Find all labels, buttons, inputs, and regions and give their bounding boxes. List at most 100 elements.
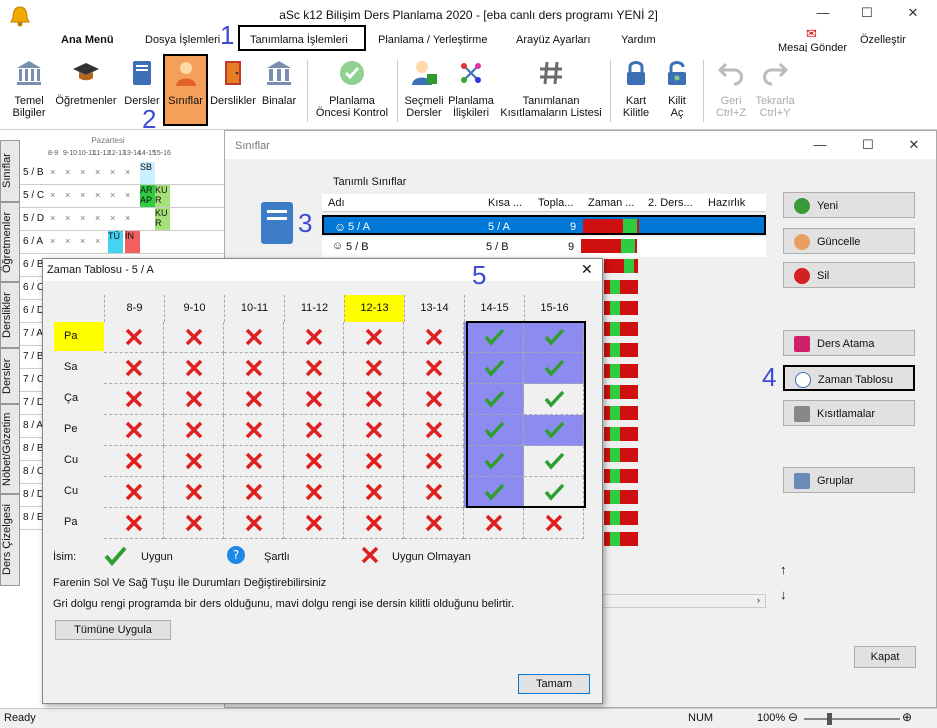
ribbon-tekrarla[interactable]: Tekrarla Ctrl+Y — [752, 56, 798, 128]
time-slot[interactable] — [464, 508, 524, 539]
ok-button[interactable]: Tamam — [518, 674, 590, 694]
lesson-card[interactable]: AR AP — [140, 185, 155, 207]
vtab-nobet[interactable]: Nöbet/Gözetim — [0, 404, 20, 494]
customize-button[interactable]: Özelleştir — [860, 34, 906, 46]
lesson-card[interactable]: KU R — [155, 185, 170, 207]
time-slot[interactable] — [224, 446, 284, 477]
time-slot[interactable] — [344, 322, 404, 353]
scroll-right-icon[interactable]: › — [757, 595, 760, 605]
time-slot[interactable] — [164, 508, 224, 539]
minimize-icon[interactable]: — — [805, 137, 835, 155]
ribbon-binalar[interactable]: Binalar — [259, 56, 299, 128]
time-slot[interactable] — [344, 415, 404, 446]
time-slot[interactable] — [164, 446, 224, 477]
time-slot[interactable] — [104, 508, 164, 539]
time-slot[interactable] — [524, 508, 584, 539]
time-slot[interactable] — [404, 477, 464, 508]
ribbon-ogretmenler[interactable]: Öğretmenler — [53, 56, 119, 128]
day-label[interactable]: Cu — [54, 477, 104, 506]
time-slot[interactable] — [284, 477, 344, 508]
time-slot[interactable] — [344, 384, 404, 415]
ribbon-planlama-iliskileri[interactable]: Planlama İlişkileri — [446, 56, 496, 128]
ribbon-planlama-oncesi[interactable]: Planlama Öncesi Kontrol — [312, 56, 392, 128]
menu-planlama[interactable]: Planlama / Yerleştirme — [378, 34, 487, 46]
time-slot[interactable] — [164, 322, 224, 353]
time-slot[interactable] — [224, 415, 284, 446]
vtab-siniflar[interactable]: Sınıflar — [0, 140, 20, 202]
zoom-out-icon[interactable]: ⊖ — [788, 710, 798, 724]
time-slot[interactable] — [284, 353, 344, 384]
ders-atama-button[interactable]: Ders Atama — [783, 330, 915, 356]
time-slot[interactable] — [104, 384, 164, 415]
time-slot[interactable] — [164, 384, 224, 415]
time-slot[interactable] — [164, 477, 224, 508]
time-slot[interactable] — [284, 508, 344, 539]
kisitlamalar-button[interactable]: Kısıtlamalar — [783, 400, 915, 426]
time-slot[interactable] — [404, 353, 464, 384]
ribbon-kisitlamalar[interactable]: Tanımlanan Kısıtlamaların Listesi — [497, 56, 605, 128]
close-icon[interactable]: ✕ — [581, 261, 593, 278]
vtab-derslikler[interactable]: Derslikler — [0, 282, 20, 348]
time-slot[interactable] — [164, 353, 224, 384]
col-toplam[interactable]: Topla... — [538, 197, 573, 209]
ribbon-secmeli[interactable]: Seçmeli Dersler — [401, 56, 447, 128]
time-slot[interactable] — [344, 508, 404, 539]
day-label[interactable]: Sa — [54, 353, 104, 382]
lesson-card[interactable]: KU R — [155, 208, 170, 230]
time-slot[interactable] — [404, 415, 464, 446]
lesson-card[interactable]: SB — [140, 162, 155, 184]
day-label[interactable]: Cu — [54, 446, 104, 475]
col-2ders[interactable]: 2. Ders... — [648, 197, 693, 209]
menu-yardim[interactable]: Yardım — [621, 34, 656, 46]
day-label[interactable]: Pe — [54, 415, 104, 444]
menu-ana-menu[interactable]: Ana Menü — [61, 34, 114, 46]
time-slot[interactable] — [284, 446, 344, 477]
vtab-ders-cizelgesi[interactable]: Ders Çizelgesi — [0, 494, 20, 586]
zaman-tablosu-button[interactable]: Zaman Tablosu — [783, 365, 915, 391]
time-slot[interactable] — [284, 322, 344, 353]
ribbon-geri[interactable]: Geri Ctrl+Z — [708, 56, 754, 128]
ribbon-kilit-ac[interactable]: Kilit Aç — [657, 56, 697, 128]
time-slot[interactable] — [404, 508, 464, 539]
zoom-slider[interactable] — [804, 718, 900, 720]
gruplar-button[interactable]: Gruplar — [783, 467, 915, 493]
col-hazirlik[interactable]: Hazırlık — [708, 197, 745, 209]
delete-button[interactable]: Sil — [783, 262, 915, 288]
time-slot[interactable] — [224, 322, 284, 353]
zoom-thumb[interactable] — [827, 713, 832, 725]
table-row[interactable]: 5 / C × × × × × × — [20, 185, 230, 208]
time-slot[interactable] — [224, 384, 284, 415]
vtab-dersler[interactable]: Dersler — [0, 348, 20, 404]
time-slot[interactable] — [344, 446, 404, 477]
col-zaman[interactable]: Zaman ... — [588, 197, 634, 209]
vtab-ogretmenler[interactable]: Öğretmenler — [0, 202, 20, 282]
ribbon-siniflar[interactable]: Sınıflar — [163, 54, 208, 126]
move-up-icon[interactable]: ↑ — [780, 562, 787, 577]
time-slot[interactable] — [104, 477, 164, 508]
day-label[interactable]: Ça — [54, 384, 104, 413]
time-slot[interactable] — [224, 353, 284, 384]
col-adi[interactable]: Adı — [328, 197, 345, 209]
time-slot[interactable] — [224, 508, 284, 539]
col-kisa[interactable]: Kısa ... — [488, 197, 522, 209]
time-slot[interactable] — [404, 384, 464, 415]
list-item[interactable]: ☺ 5 / A 5 / A 9 — [322, 215, 766, 235]
close-button[interactable]: Kapat — [854, 646, 916, 668]
day-label[interactable]: Pa — [54, 322, 104, 351]
ribbon-kart-kilitle[interactable]: Kart Kilitle — [614, 56, 658, 128]
maximize-icon[interactable]: ☐ — [853, 137, 883, 155]
table-row[interactable]: 5 / D × × × × × × — [20, 208, 230, 231]
time-slot[interactable] — [104, 415, 164, 446]
time-slot[interactable] — [164, 415, 224, 446]
close-icon[interactable]: ✕ — [899, 137, 929, 155]
maximize-icon[interactable]: ☐ — [852, 5, 882, 23]
time-slot[interactable] — [224, 477, 284, 508]
zoom-in-icon[interactable]: ⊕ — [902, 710, 912, 724]
move-down-icon[interactable]: ↓ — [780, 587, 787, 602]
minimize-icon[interactable]: — — [808, 5, 838, 23]
new-button[interactable]: Yeni — [783, 192, 915, 218]
time-slot[interactable] — [344, 477, 404, 508]
time-slot[interactable] — [104, 322, 164, 353]
ribbon-derslikler[interactable]: Derslikler — [208, 56, 258, 128]
time-slot[interactable] — [104, 446, 164, 477]
